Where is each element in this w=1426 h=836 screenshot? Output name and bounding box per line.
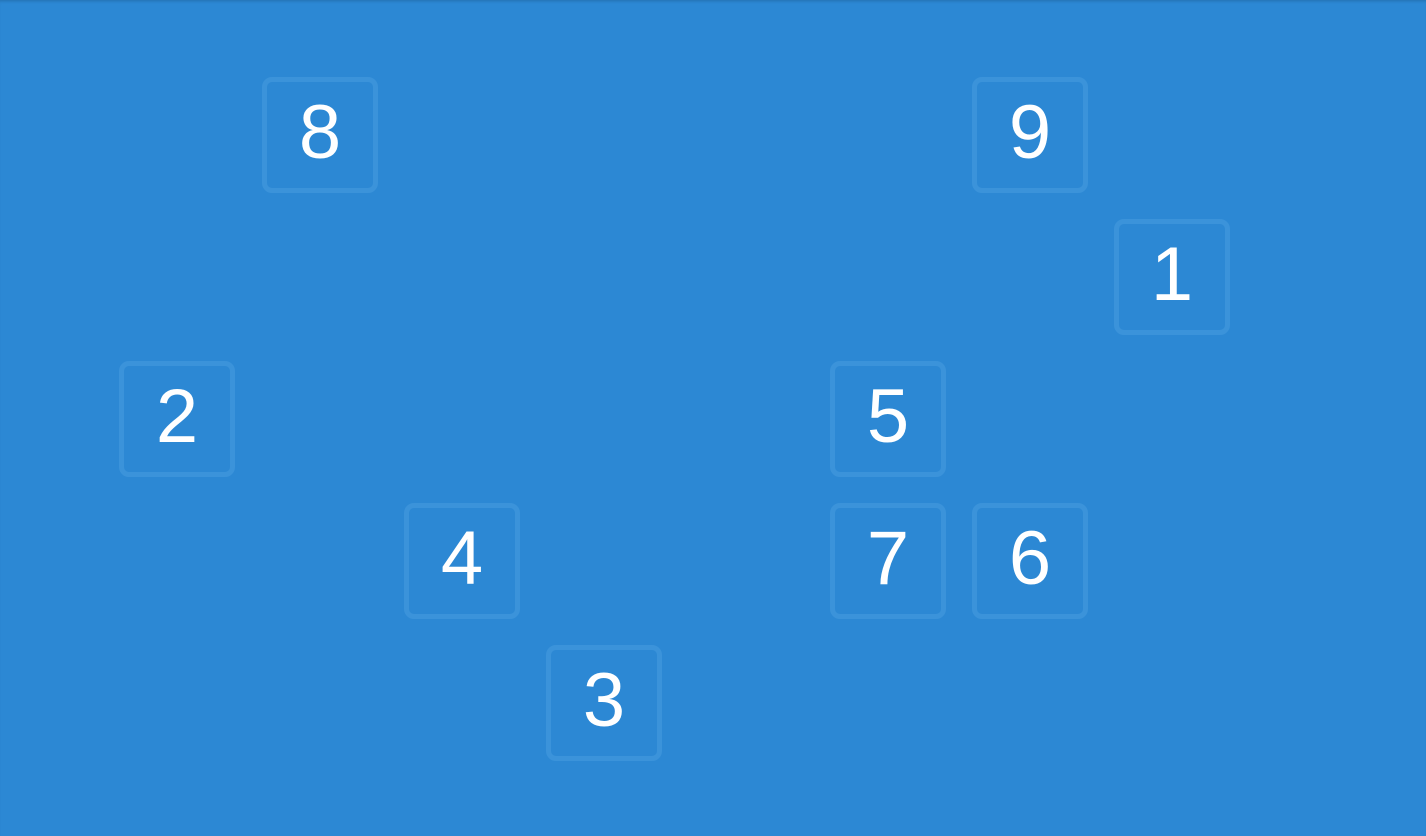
tile-label: 8 xyxy=(298,90,342,175)
tile-label: 3 xyxy=(582,658,626,743)
number-tile-5[interactable]: 5 xyxy=(830,361,946,477)
number-tile-4[interactable]: 4 xyxy=(404,503,520,619)
game-board: 8 9 1 2 5 4 7 6 3 xyxy=(0,0,1426,836)
tile-label: 4 xyxy=(440,516,484,601)
number-tile-1[interactable]: 1 xyxy=(1114,219,1230,335)
tile-label: 5 xyxy=(866,374,910,459)
number-tile-9[interactable]: 9 xyxy=(972,77,1088,193)
number-tile-8[interactable]: 8 xyxy=(262,77,378,193)
number-tile-3[interactable]: 3 xyxy=(546,645,662,761)
tile-label: 1 xyxy=(1150,232,1194,317)
tile-label: 7 xyxy=(866,516,910,601)
number-tile-6[interactable]: 6 xyxy=(972,503,1088,619)
number-tile-7[interactable]: 7 xyxy=(830,503,946,619)
tile-label: 9 xyxy=(1008,90,1052,175)
tile-label: 2 xyxy=(155,374,199,459)
tile-label: 6 xyxy=(1008,516,1052,601)
number-tile-2[interactable]: 2 xyxy=(119,361,235,477)
